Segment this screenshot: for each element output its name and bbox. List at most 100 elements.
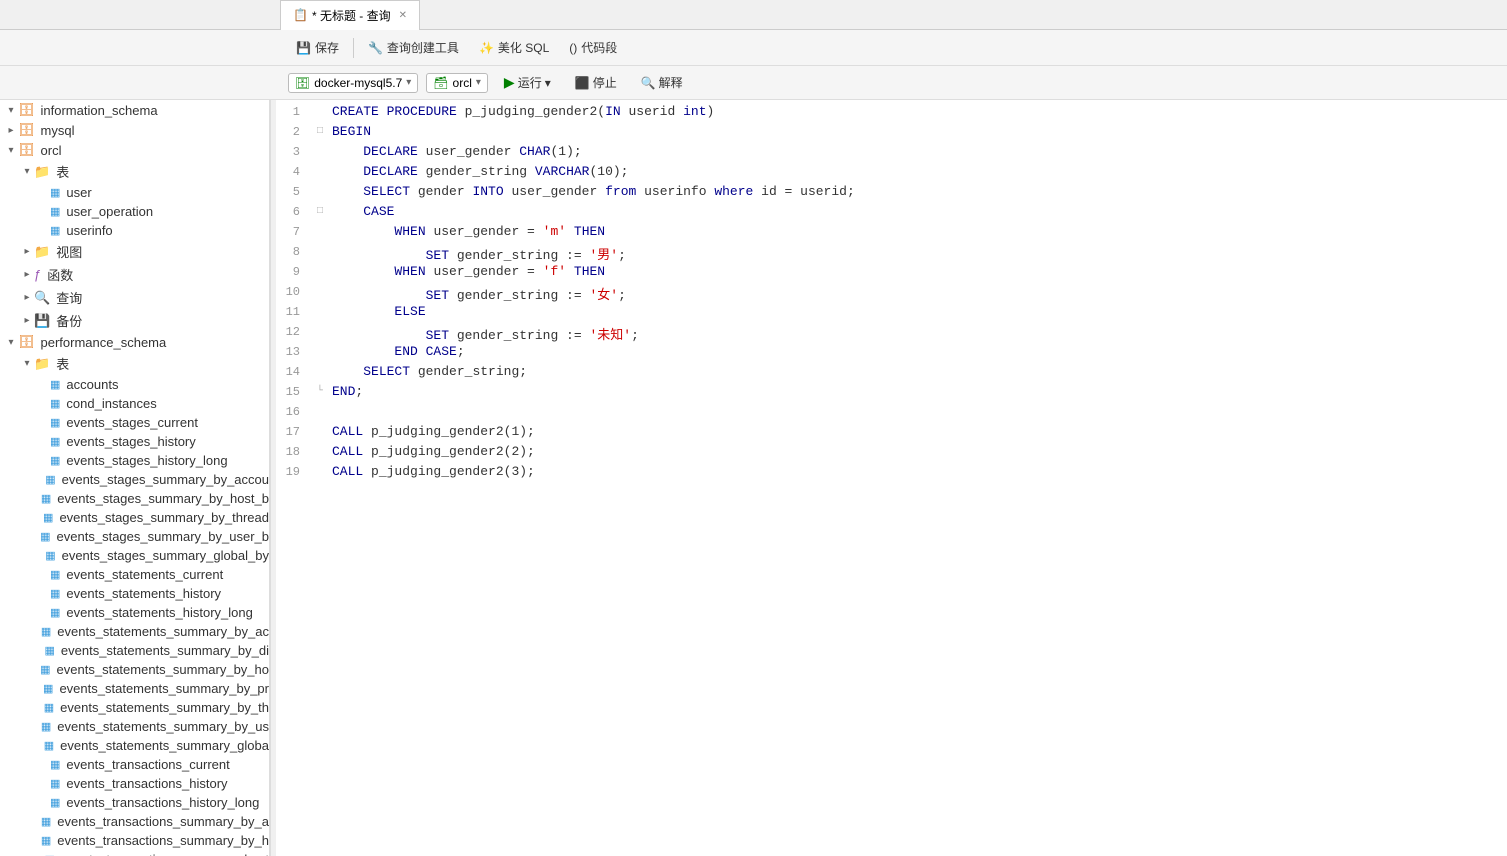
connection-selector[interactable]: 🗄 docker-mysql5.7 ▾: [288, 73, 418, 93]
line-content[interactable]: SET gender_string := '未知';: [328, 324, 1507, 343]
line-content[interactable]: WHEN user_gender = 'm' THEN: [328, 224, 1507, 239]
line-content[interactable]: SET gender_string := '女';: [328, 284, 1507, 303]
fold-marker[interactable]: □: [312, 204, 328, 217]
line-content[interactable]: END;: [328, 384, 1507, 399]
line-content[interactable]: [328, 404, 1507, 419]
sidebar-item-events_stages_history[interactable]: ▦events_stages_history: [0, 432, 269, 451]
line-content[interactable]: BEGIN: [328, 124, 1507, 139]
sidebar-item-events_stages_summary_by_host_b[interactable]: ▦events_stages_summary_by_host_b: [0, 489, 269, 508]
sidebar-item-userinfo[interactable]: ▦userinfo: [0, 221, 269, 240]
sidebar-item-events_statements_summary_by_di[interactable]: ▦events_statements_summary_by_di: [0, 641, 269, 660]
sidebar-item-events_stages_summary_by_accou[interactable]: ▦events_stages_summary_by_accou: [0, 470, 269, 489]
fold-marker[interactable]: [312, 424, 328, 426]
sidebar-item-events_statements_summary_by_ac[interactable]: ▦events_statements_summary_by_ac: [0, 622, 269, 641]
sidebar-item-events_transactions_summary_by_a[interactable]: ▦events_transactions_summary_by_a: [0, 812, 269, 831]
fold-marker[interactable]: └: [312, 384, 328, 397]
sidebar-item-mysql[interactable]: 🗄mysql: [0, 120, 269, 140]
fold-marker[interactable]: [312, 164, 328, 166]
tab-close-button[interactable]: ✕: [399, 10, 407, 21]
fold-marker[interactable]: [312, 404, 328, 406]
sidebar-item-events_transactions_current[interactable]: ▦events_transactions_current: [0, 755, 269, 774]
line-content[interactable]: CALL p_judging_gender2(3);: [328, 464, 1507, 479]
sidebar-item-events_statements_history_long[interactable]: ▦events_statements_history_long: [0, 603, 269, 622]
query-tab[interactable]: 📋 * 无标题 - 查询 ✕: [280, 0, 420, 30]
fold-marker[interactable]: [312, 184, 328, 186]
line-content[interactable]: CALL p_judging_gender2(1);: [328, 424, 1507, 439]
fold-marker[interactable]: [312, 244, 328, 246]
save-button[interactable]: 💾 保存: [288, 36, 347, 59]
code-editor[interactable]: 1CREATE PROCEDURE p_judging_gender2(IN u…: [276, 100, 1507, 856]
line-content[interactable]: WHEN user_gender = 'f' THEN: [328, 264, 1507, 279]
sidebar-item-label: events_stages_current: [66, 415, 198, 430]
table-icon: ▦: [41, 492, 51, 505]
fold-marker[interactable]: [312, 264, 328, 266]
toolbar-separator-1: [353, 38, 354, 58]
database-selector[interactable]: 🗃 orcl ▾: [426, 73, 488, 93]
sidebar-item-accounts[interactable]: ▦accounts: [0, 375, 269, 394]
beautify-button[interactable]: ✨ 美化 SQL: [471, 36, 557, 59]
run-button[interactable]: ▶ 运行 ▾: [496, 71, 559, 94]
fold-marker[interactable]: [312, 104, 328, 106]
sidebar-item-events_statements_summary_by_th[interactable]: ▦events_statements_summary_by_th: [0, 698, 269, 717]
fold-marker[interactable]: [312, 464, 328, 466]
fold-marker[interactable]: [312, 304, 328, 306]
sidebar-item-label: userinfo: [66, 223, 112, 238]
query-tool-button[interactable]: 🔧 查询创建工具: [360, 36, 467, 59]
line-content[interactable]: CASE: [328, 204, 1507, 219]
sidebar-item-orcl[interactable]: 🗄orcl: [0, 140, 269, 160]
sidebar-item-user_operation[interactable]: ▦user_operation: [0, 202, 269, 221]
sidebar-item-events_stages_current[interactable]: ▦events_stages_current: [0, 413, 269, 432]
fold-marker[interactable]: □: [312, 124, 328, 137]
line-content[interactable]: END CASE;: [328, 344, 1507, 359]
table-icon: ▦: [50, 568, 60, 581]
fold-marker[interactable]: [312, 444, 328, 446]
line-content[interactable]: CREATE PROCEDURE p_judging_gender2(IN us…: [328, 104, 1507, 119]
fold-marker[interactable]: [312, 324, 328, 326]
sidebar-item-events_stages_history_long[interactable]: ▦events_stages_history_long: [0, 451, 269, 470]
fold-marker[interactable]: [312, 364, 328, 366]
sidebar-item-events_statements_current[interactable]: ▦ events_statements_current: [0, 565, 269, 584]
sidebar-item-orcl-views[interactable]: 📁视图: [0, 240, 269, 263]
sidebar-item-cond_instances[interactable]: ▦cond_instances: [0, 394, 269, 413]
fold-marker[interactable]: [312, 284, 328, 286]
line-content[interactable]: SELECT gender_string;: [328, 364, 1507, 379]
line-content[interactable]: ELSE: [328, 304, 1507, 319]
sidebar-item-events_stages_summary_by_thread[interactable]: ▦events_stages_summary_by_thread: [0, 508, 269, 527]
explain-button[interactable]: 🔍 解释: [633, 71, 691, 94]
sidebar-item-events_transactions_history[interactable]: ▦events_transactions_history: [0, 774, 269, 793]
line-content[interactable]: SELECT gender INTO user_gender from user…: [328, 184, 1507, 199]
sidebar-item-user[interactable]: ▦user: [0, 183, 269, 202]
sidebar-item-events_transactions_summary_by_t[interactable]: ▦events_transactions_summary_by_t: [0, 850, 269, 856]
sidebar-item-information_schema[interactable]: 🗄information_schema: [0, 100, 269, 120]
code-snippet-button[interactable]: () 代码段: [561, 36, 625, 59]
table-icon: ▦: [50, 397, 60, 410]
sidebar-item-events_statements_summary_by_ho[interactable]: ▦events_statements_summary_by_ho: [0, 660, 269, 679]
sidebar-item-events_transactions_summary_by_h[interactable]: ▦events_transactions_summary_by_h: [0, 831, 269, 850]
sidebar-item-performance_schema[interactable]: 🗄performance_schema: [0, 332, 269, 352]
sidebar-item-perf-tables[interactable]: 📁表: [0, 352, 269, 375]
line-number: 10: [276, 284, 312, 299]
sidebar-item-events_statements_history[interactable]: ▦events_statements_history: [0, 584, 269, 603]
sidebar-item-orcl-tables[interactable]: 📁表: [0, 160, 269, 183]
sidebar-item-events_statements_summary_by_pr[interactable]: ▦events_statements_summary_by_pr: [0, 679, 269, 698]
sidebar-item-events_stages_summary_by_user_b[interactable]: ▦events_stages_summary_by_user_b: [0, 527, 269, 546]
fold-marker[interactable]: [312, 224, 328, 226]
table-icon: ▦: [50, 796, 60, 809]
line-content[interactable]: DECLARE gender_string VARCHAR(10);: [328, 164, 1507, 179]
sidebar-item-events_statements_summary_by_us[interactable]: ▦events_statements_summary_by_us: [0, 717, 269, 736]
sidebar-item-orcl-funcs[interactable]: ƒ函数: [0, 263, 269, 286]
line-content[interactable]: CALL p_judging_gender2(2);: [328, 444, 1507, 459]
sidebar-item-label: events_statements_current: [66, 567, 223, 582]
line-content[interactable]: DECLARE user_gender CHAR(1);: [328, 144, 1507, 159]
sidebar-item-orcl-backup[interactable]: 💾备份: [0, 309, 269, 332]
line-number: 5: [276, 184, 312, 199]
line-content[interactable]: SET gender_string := '男';: [328, 244, 1507, 263]
sidebar-item-events_stages_summary_global_by[interactable]: ▦events_stages_summary_global_by: [0, 546, 269, 565]
sidebar-item-events_statements_summary_globa[interactable]: ▦events_statements_summary_globa: [0, 736, 269, 755]
sidebar-item-events_transactions_history_long[interactable]: ▦events_transactions_history_long: [0, 793, 269, 812]
sidebar-item-label: events_stages_summary_by_user_b: [57, 529, 269, 544]
sidebar-item-orcl-queries[interactable]: 🔍查询: [0, 286, 269, 309]
fold-marker[interactable]: [312, 344, 328, 346]
stop-button[interactable]: ⬛ 停止: [567, 71, 625, 94]
fold-marker[interactable]: [312, 144, 328, 146]
